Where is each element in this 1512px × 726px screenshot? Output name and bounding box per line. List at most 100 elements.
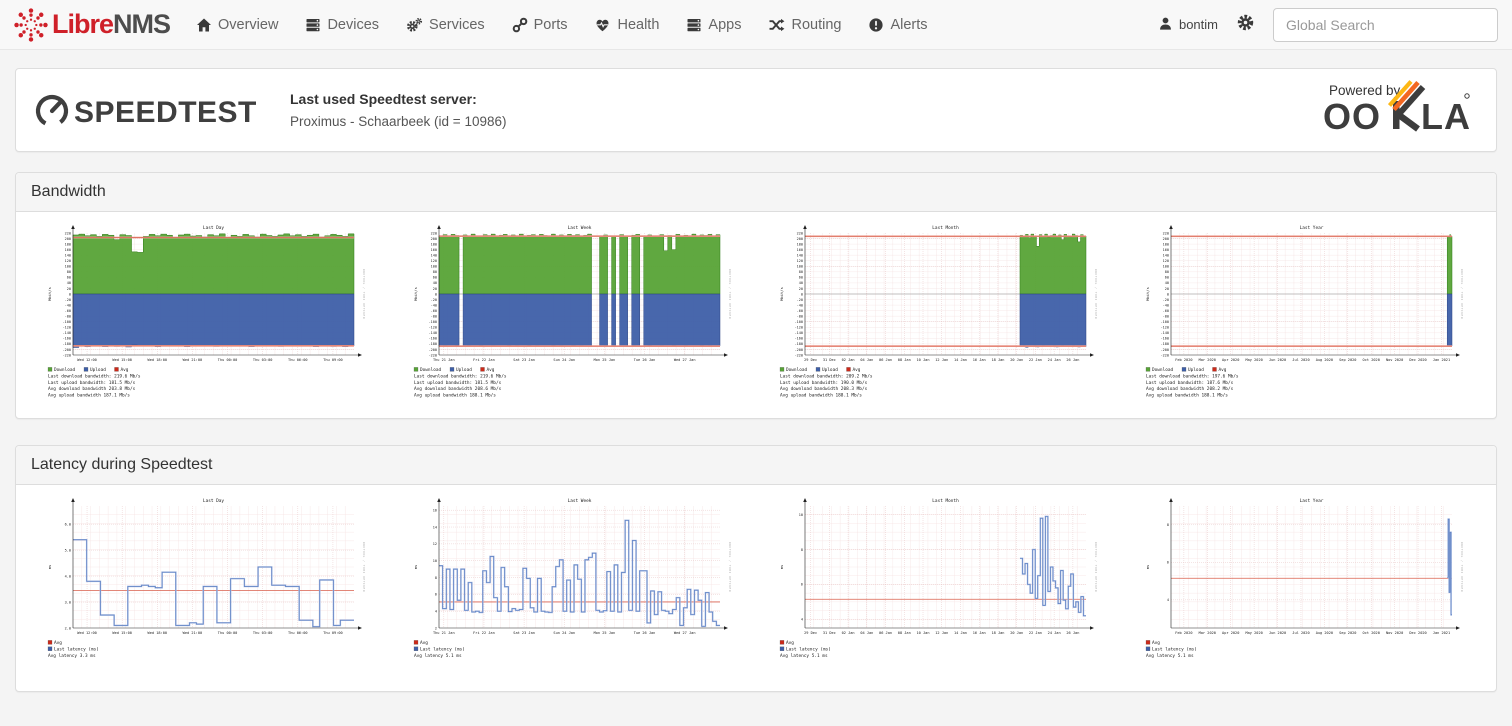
graph-bandwidth-year[interactable]: 220200180160140120100806040200-20-40-60-…	[1144, 222, 1466, 412]
svg-text:120: 120	[65, 259, 71, 263]
librenms-brand[interactable]: LibreNMS	[14, 8, 170, 42]
svg-text:Avg upload bandwidth 188.1 Mb/: Avg upload bandwidth 188.1 Mb/s	[780, 393, 862, 399]
svg-text:Avg: Avg	[121, 367, 129, 373]
svg-text:120: 120	[431, 259, 437, 263]
svg-text:180: 180	[431, 242, 437, 246]
nav-item-overview[interactable]: Overview	[196, 17, 278, 33]
graph-latency-month[interactable]: 4681029 Dec31 Dec02 Jan04 Jan06 Jan08 Ja…	[778, 495, 1100, 685]
svg-text:RRDTOOL / TOBI OETIKER: RRDTOOL / TOBI OETIKER	[1460, 269, 1464, 319]
graph-bandwidth-week[interactable]: 220200180160140120100806040200-20-40-60-…	[412, 222, 734, 412]
svg-text:Avg download bandwidth 208.2 M: Avg download bandwidth 208.2 Mb/s	[1146, 386, 1234, 392]
speedtest-header-card: SPEEDTEST Last used Speedtest server: Pr…	[15, 68, 1497, 152]
svg-text:LA: LA	[1421, 96, 1471, 137]
svg-text:-120: -120	[429, 326, 437, 330]
svg-text:Last Year: Last Year	[1300, 498, 1324, 504]
svg-text:Wed 12:00: Wed 12:00	[77, 358, 96, 362]
svg-text:Avg latency 5.1 ms: Avg latency 5.1 ms	[780, 653, 828, 659]
svg-text:02 Jan: 02 Jan	[842, 358, 855, 362]
graph-latency-day[interactable]: 2.03.04.05.06.0Wed 12:00Wed 15:00Wed 18:…	[46, 495, 368, 685]
nav-item-ports[interactable]: Ports	[512, 17, 568, 33]
svg-text:80: 80	[1165, 270, 1169, 274]
svg-text:-40: -40	[431, 303, 437, 307]
svg-text:200: 200	[431, 237, 437, 241]
svg-text:Avg latency 5.1 ms: Avg latency 5.1 ms	[1146, 653, 1194, 659]
svg-text:3.0: 3.0	[65, 600, 71, 604]
svg-text:06 Jan: 06 Jan	[879, 358, 892, 362]
svg-text:40: 40	[1165, 281, 1169, 285]
svg-text:Sat 23 Jan: Sat 23 Jan	[513, 631, 535, 635]
svg-text:120: 120	[1163, 259, 1169, 263]
nav-item-routing[interactable]: Routing	[768, 17, 841, 33]
svg-text:Upload: Upload	[456, 367, 472, 373]
svg-text:60: 60	[433, 276, 437, 280]
svg-text:26 Jan: 26 Jan	[1066, 358, 1079, 362]
svg-text:4: 4	[1167, 598, 1169, 602]
svg-text:Avg upload bandwidth 188.1 Mb/: Avg upload bandwidth 188.1 Mb/s	[1146, 393, 1228, 399]
svg-text:Jun 2020: Jun 2020	[1269, 631, 1286, 635]
svg-text:-160: -160	[795, 337, 803, 341]
svg-text:10: 10	[433, 559, 437, 563]
global-search-input[interactable]	[1273, 8, 1498, 42]
svg-text:-40: -40	[797, 303, 803, 307]
svg-text:14: 14	[433, 525, 437, 529]
svg-text:Upload: Upload	[822, 367, 838, 373]
nav-item-apps[interactable]: Apps	[686, 17, 741, 33]
last-used-server-value: Proximus - Schaarbeek (id = 10986)	[290, 114, 506, 129]
svg-text:ms: ms	[779, 565, 784, 570]
home-icon	[196, 17, 212, 33]
svg-text:-100: -100	[63, 320, 71, 324]
svg-text:-160: -160	[63, 337, 71, 341]
svg-text:RRDTOOL / TOBI OETIKER: RRDTOOL / TOBI OETIKER	[362, 542, 366, 592]
svg-text:80: 80	[433, 270, 437, 274]
svg-text:-180: -180	[63, 342, 71, 346]
svg-text:-20: -20	[431, 298, 437, 302]
svg-text:Avg: Avg	[487, 367, 495, 373]
settings-gear-icon[interactable]	[1236, 13, 1255, 37]
svg-text:Sep 2020: Sep 2020	[1339, 358, 1356, 362]
graph-latency-year[interactable]: 468Feb 2020Mar 2020Apr 2020May 2020Jun 2…	[1144, 495, 1466, 685]
svg-text:Fri 22 Jan: Fri 22 Jan	[473, 358, 495, 362]
svg-text:31 Dec: 31 Dec	[823, 358, 836, 362]
last-used-server-label: Last used Speedtest server:	[290, 91, 506, 107]
svg-text:-200: -200	[795, 348, 803, 352]
svg-text:Oct 2020: Oct 2020	[1363, 631, 1380, 635]
svg-text:-60: -60	[65, 309, 71, 313]
user-menu[interactable]: bontim	[1158, 16, 1218, 34]
nav-item-health[interactable]: Health	[594, 17, 659, 33]
svg-text:-180: -180	[1161, 342, 1169, 346]
svg-text:6.0: 6.0	[65, 522, 71, 526]
svg-text:Thu 00:00: Thu 00:00	[218, 358, 237, 362]
svg-text:-140: -140	[63, 331, 71, 335]
latency-panel: Latency during Speedtest 2.03.04.05.06.0…	[15, 445, 1497, 692]
svg-text:Apr 2020: Apr 2020	[1222, 631, 1239, 635]
nav-item-services[interactable]: Services	[406, 17, 485, 33]
svg-text:Mar 2020: Mar 2020	[1199, 631, 1216, 635]
speedtest-logo: SPEEDTEST	[34, 86, 264, 134]
svg-text:-120: -120	[1161, 326, 1169, 330]
latency-charts-row: 2.03.04.05.06.0Wed 12:00Wed 15:00Wed 18:…	[34, 495, 1478, 685]
svg-text:20 Jan: 20 Jan	[1010, 358, 1023, 362]
svg-text:Feb 2020: Feb 2020	[1175, 631, 1192, 635]
svg-text:140: 140	[1163, 253, 1169, 257]
nav-item-alerts[interactable]: Alerts	[868, 17, 927, 33]
svg-text:20: 20	[433, 287, 437, 291]
svg-text:Avg: Avg	[1219, 367, 1227, 373]
svg-text:220: 220	[797, 231, 803, 235]
svg-text:Dec 2020: Dec 2020	[1409, 358, 1426, 362]
svg-text:Thu 06:00: Thu 06:00	[288, 631, 307, 635]
graph-bandwidth-month[interactable]: 220200180160140120100806040200-20-40-60-…	[778, 222, 1100, 412]
svg-text:22 Jan: 22 Jan	[1029, 631, 1042, 635]
svg-text:16 Jan: 16 Jan	[973, 358, 986, 362]
svg-text:Last Day: Last Day	[203, 498, 225, 504]
svg-text:160: 160	[797, 248, 803, 252]
shuffle-icon	[768, 17, 785, 33]
svg-text:Wed 15:00: Wed 15:00	[112, 358, 131, 362]
svg-text:-120: -120	[795, 326, 803, 330]
svg-text:Thu 09:00: Thu 09:00	[323, 631, 342, 635]
nav-item-devices[interactable]: Devices	[305, 17, 379, 33]
svg-text:29 Dec: 29 Dec	[804, 358, 817, 362]
latency-panel-body: 2.03.04.05.06.0Wed 12:00Wed 15:00Wed 18:…	[16, 485, 1496, 691]
graph-bandwidth-day[interactable]: 220200180160140120100806040200-20-40-60-…	[46, 222, 368, 412]
graph-latency-week[interactable]: 246810121416Thu 21 JanFri 22 JanSat 23 J…	[412, 495, 734, 685]
svg-text:Jul 2020: Jul 2020	[1292, 358, 1309, 362]
